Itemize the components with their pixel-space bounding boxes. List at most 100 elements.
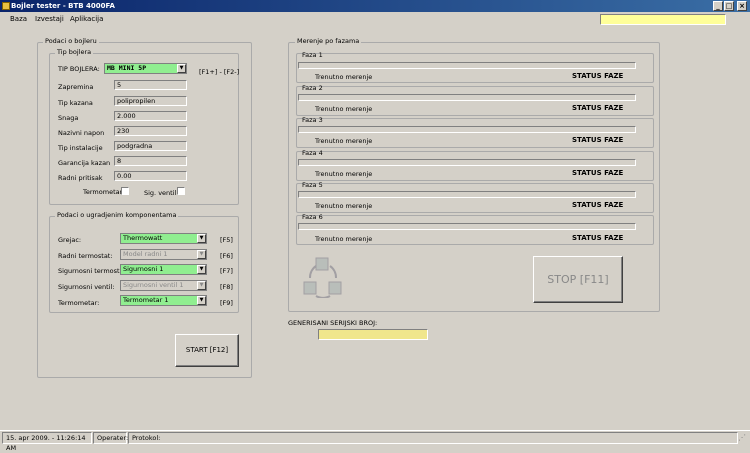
garancija-kazan-field: 8 [114, 156, 187, 166]
start-button[interactable]: START [F12] [175, 334, 239, 367]
phase-measure-label: Trenutno merenje [315, 73, 373, 81]
status-protocol: Protokol: [128, 432, 738, 444]
menu-baza[interactable]: Baza [10, 15, 27, 23]
boiler-type-select[interactable]: MB MINI 5P ▼ [104, 63, 187, 74]
component-label: Sigurnosni ventil: [58, 283, 115, 291]
phase-title: Faza 3 [302, 116, 323, 124]
sigurnosni-termostat-select[interactable]: Sigurnosni 1 ▼ [120, 264, 207, 275]
boiler-type-hint: [F1+] - [F2-] [199, 68, 240, 76]
phase-title: Faza 1 [302, 51, 323, 59]
field-label: Snaga [58, 114, 79, 122]
boiler-type-label: TIP BOJLERA: [58, 65, 100, 73]
snaga-field: 2.000 [114, 111, 187, 121]
phase-status: STATUS FAZE [572, 136, 624, 144]
minimize-button[interactable]: _ [713, 1, 723, 11]
radni-termostat-select: Model radni 1 ▼ [120, 249, 207, 260]
shortcut-label: [F9] [220, 299, 233, 307]
phase-progress-bar [298, 126, 636, 133]
phase-progress-bar [298, 94, 636, 101]
maximize-button[interactable]: □ [724, 1, 734, 11]
boiler-type-title: Tip bojlera [55, 48, 94, 56]
phase-measure-label: Trenutno merenje [315, 137, 373, 145]
termometar-value: Termometar 1 [123, 296, 169, 304]
phase-title: Faza 4 [302, 149, 323, 157]
start-button-label: START [F12] [185, 346, 229, 354]
sig-ventil-checkbox-label: Sig. ventil [144, 189, 177, 197]
top-input-field[interactable] [600, 14, 726, 25]
chevron-down-icon: ▼ [197, 281, 206, 290]
phase-measure-label: Trenutno merenje [315, 170, 373, 178]
termometar-select[interactable]: Termometar 1 ▼ [120, 295, 207, 306]
radni-termostat-value: Model radni 1 [123, 250, 168, 258]
chevron-down-icon: ▼ [197, 234, 206, 243]
minimize-icon: _ [716, 2, 720, 10]
phase-measure-label: Trenutno merenje [315, 235, 373, 243]
stop-button-label: STOP [F11] [547, 273, 609, 286]
tip-instalacije-field: podgradna [114, 141, 187, 151]
boiler-data-title: Podaci o bojleru [43, 37, 99, 45]
stop-button[interactable]: STOP [F11] [533, 256, 623, 303]
sig-ventil-checkbox[interactable] [177, 187, 185, 195]
radni-pritisak-field: 0.00 [114, 171, 187, 181]
tip-kazana-field: polipropilen [114, 96, 187, 106]
sigurnosni-ventil-select: Sigurnosni ventil 1 ▼ [120, 280, 207, 291]
phase-progress-bar [298, 223, 636, 230]
phase-status: STATUS FAZE [572, 201, 624, 209]
components-title: Podaci o ugradjenim komponentama [55, 211, 179, 219]
component-label: Termometar: [58, 299, 100, 307]
chevron-down-icon: ▼ [177, 64, 186, 73]
field-label: Tip kazana [58, 99, 93, 107]
phase-title: Faza 6 [302, 213, 323, 221]
field-label: Tip instalacije [58, 144, 103, 152]
field-label: Radni pritisak [58, 174, 103, 182]
boiler-type-value: MB MINI 5P [107, 64, 147, 72]
menu-aplikacija[interactable]: Aplikacija [70, 15, 103, 23]
chevron-down-icon: ▼ [197, 265, 206, 274]
close-button[interactable]: × [737, 1, 747, 11]
phase-status: STATUS FAZE [572, 169, 624, 177]
field-label: Nazivni napon [58, 129, 105, 137]
serial-number-label: GENERISANI SERIJSKI BROJ: [288, 319, 378, 327]
phase-progress-bar [298, 191, 636, 198]
grejac-value: Thermowatt [123, 234, 163, 242]
shortcut-label: [F6] [220, 252, 233, 260]
sigurnosni-ventil-value: Sigurnosni ventil 1 [123, 281, 184, 289]
close-icon: × [739, 2, 745, 10]
component-label: Grejac: [58, 236, 82, 244]
shortcut-label: [F8] [220, 283, 233, 291]
serial-number-field[interactable] [318, 329, 428, 340]
chevron-down-icon: ▼ [197, 296, 206, 305]
shortcut-label: [F5] [220, 236, 233, 244]
app-icon [2, 2, 10, 10]
termometar-checkbox-label: Termometar [83, 188, 123, 196]
shortcut-label: [F7] [220, 267, 233, 275]
resize-grip-icon[interactable]: ⋰ [738, 433, 748, 443]
grejac-select[interactable]: Thermowatt ▼ [120, 233, 207, 244]
phase-measurement-title: Merenje po fazama [295, 37, 362, 45]
phase-status: STATUS FAZE [572, 234, 624, 242]
status-operator: Operater: [93, 432, 128, 444]
component-label: Radni termostat: [58, 252, 113, 260]
maximize-icon: □ [725, 2, 733, 10]
phase-measure-label: Trenutno merenje [315, 202, 373, 210]
phase-title: Faza 5 [302, 181, 323, 189]
component-label: Sigurnosni termostat: [58, 267, 129, 275]
phase-progress-bar [298, 62, 636, 69]
phase-title: Faza 2 [302, 84, 323, 92]
phase-status: STATUS FAZE [572, 104, 624, 112]
menu-izvestaji[interactable]: Izvestaji [35, 15, 64, 23]
title-bar: Bojler tester - BTB 4000FA [0, 0, 750, 12]
zapremina-field: 5 [114, 80, 187, 90]
termometar-checkbox[interactable] [121, 187, 129, 195]
phase-measure-label: Trenutno merenje [315, 105, 373, 113]
phase-progress-bar [298, 159, 636, 166]
chevron-down-icon: ▼ [197, 250, 206, 259]
sigurnosni-termostat-value: Sigurnosni 1 [123, 265, 164, 273]
recycle-cubes-icon [303, 257, 342, 298]
field-label: Garancija kazan [58, 159, 111, 167]
window-title: Bojler tester - BTB 4000FA [11, 2, 115, 10]
nazivni-napon-field: 230 [114, 126, 187, 136]
status-datetime: 15. apr 2009. - 11:26:14 AM [2, 432, 92, 452]
phase-status: STATUS FAZE [572, 72, 624, 80]
field-label: Zapremina [58, 83, 94, 91]
